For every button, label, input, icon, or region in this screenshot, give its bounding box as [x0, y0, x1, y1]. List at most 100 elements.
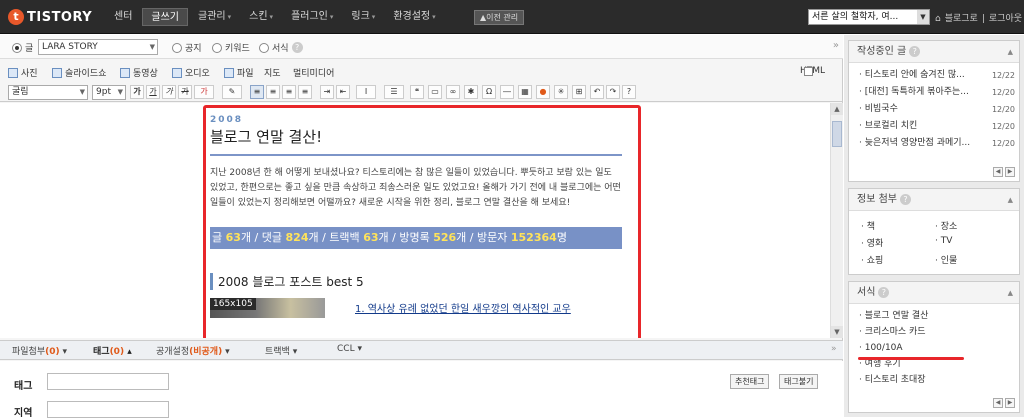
insert-map[interactable]: 지도 — [264, 66, 281, 79]
font-family-select[interactable]: 굴림 ▼ — [8, 85, 88, 100]
menu-settings[interactable]: 환경설정 ▾ — [385, 8, 443, 26]
link-icon[interactable]: ∞ — [446, 85, 460, 99]
template-item[interactable]: · 티스토리 초대장 — [849, 372, 1019, 388]
insert-slideshow[interactable]: 슬라이드쇼 — [52, 66, 106, 79]
prev-page-icon[interactable]: ◀ — [993, 167, 1003, 177]
spell-icon[interactable]: ✳ — [554, 85, 568, 99]
help-icon[interactable]: ? — [878, 287, 890, 298]
highlight-icon[interactable]: ✎ — [222, 85, 242, 99]
load-tags-button[interactable]: 태그불기 — [779, 374, 819, 389]
table-icon[interactable]: ▦ — [518, 85, 532, 99]
grid-icon[interactable]: ⊞ — [572, 85, 586, 99]
html-checkbox[interactable]: HTML — [800, 66, 825, 76]
align-center-icon[interactable]: ≡ — [266, 85, 280, 99]
info-shopping[interactable]: · 쇼핑 — [861, 253, 883, 266]
radio-post[interactable]: 글 — [12, 41, 33, 54]
next-page-icon[interactable]: ▶ — [1005, 167, 1015, 177]
draft-item[interactable]: · 늦은저녁 영양만점 과메기... 12/20 — [849, 135, 1019, 152]
insert-video[interactable]: 동영상 — [120, 66, 158, 79]
prev-page-icon[interactable]: ◀ — [993, 398, 1003, 408]
info-book[interactable]: · 책 — [861, 219, 875, 232]
category-select[interactable]: LARA STORY ▼ — [38, 39, 158, 55]
tab-tags[interactable]: 태그(0) ▴ — [93, 344, 132, 357]
menu-plugin[interactable]: 플러그인 ▾ — [283, 8, 341, 26]
collapse-icon[interactable]: ▲ — [1008, 189, 1013, 211]
blog-select[interactable]: 서른 살의 철학자, 여... — [808, 9, 930, 25]
templates-heading[interactable]: 서식? ▲ — [849, 282, 1019, 304]
italic-button[interactable]: 가 — [162, 85, 176, 99]
help-icon[interactable]: ? — [291, 42, 303, 53]
emoticon-icon[interactable]: ✱ — [464, 85, 478, 99]
editor-content[interactable]: 2008 블로그 연말 결산! 지난 2008년 한 해 어떻게 보내셨나요? … — [0, 103, 843, 338]
radio-template[interactable]: 서식? — [259, 41, 303, 54]
undo-icon[interactable]: ↶ — [590, 85, 604, 99]
underline-button[interactable]: 가 — [146, 85, 160, 99]
blog-link[interactable]: 블로그로 — [945, 14, 978, 24]
tab-trackback[interactable]: 트랙백 ▾ — [265, 344, 297, 357]
menu-write[interactable]: 글쓰기 — [142, 8, 189, 26]
divider-icon[interactable]: ― — [500, 85, 514, 99]
draft-item[interactable]: · 티스토리 안에 숨겨진 많... 12/22 — [849, 67, 1019, 84]
collapse-icon[interactable]: ▲ — [1008, 41, 1013, 63]
draft-item[interactable]: · [대전] 독특하게 볶아주는... 12/20 — [849, 84, 1019, 101]
tag-input[interactable] — [47, 373, 169, 390]
menu-skin[interactable]: 스킨 ▾ — [241, 8, 281, 26]
draft-item[interactable]: · 비빔국수 12/20 — [849, 101, 1019, 118]
sticker-icon[interactable]: ● — [536, 85, 550, 99]
redo-icon[interactable]: ↷ — [606, 85, 620, 99]
scroll-thumb[interactable] — [832, 121, 842, 147]
template-item[interactable]: · 100/10A — [849, 340, 1019, 356]
menu-post-manage[interactable]: 글관리 ▾ — [190, 8, 239, 26]
prev-admin-button[interactable]: ▲이전 관리 — [474, 10, 525, 25]
line-height-icon[interactable]: I — [356, 85, 376, 99]
align-justify-icon[interactable]: ≡ — [298, 85, 312, 99]
insert-file[interactable]: 파일 — [224, 66, 254, 79]
info-attach-heading[interactable]: 정보 첨부? ▲ — [849, 189, 1019, 211]
drafts-heading[interactable]: 작성중인 글? ▲ — [849, 41, 1019, 63]
menu-center[interactable]: 센터 — [106, 8, 140, 26]
quote-icon[interactable]: ❝ — [410, 85, 424, 99]
template-item[interactable]: · 크리스마스 카드 — [849, 324, 1019, 340]
bold-button[interactable]: 가 — [130, 85, 144, 99]
logout-link[interactable]: 로그아웃 — [989, 14, 1022, 24]
location-input[interactable] — [47, 401, 169, 418]
tab-file-attach[interactable]: 파일첨부(0) ▾ — [12, 344, 67, 357]
scroll-down-icon[interactable]: ▼ — [831, 326, 843, 338]
strike-button[interactable]: 가 — [178, 85, 192, 99]
recommend-tags-button[interactable]: 추천태그 — [730, 374, 770, 389]
tistory-logo[interactable]: t TISTORY — [8, 8, 92, 26]
box-icon[interactable]: ▭ — [428, 85, 442, 99]
special-char-icon[interactable]: Ω — [482, 85, 496, 99]
align-left-icon[interactable]: ≡ — [250, 85, 264, 99]
info-movie[interactable]: · 영화 — [861, 236, 883, 249]
insert-multimedia[interactable]: 멀티미디어 — [293, 66, 334, 79]
indent-icon[interactable]: ⇥ — [320, 85, 334, 99]
radio-notice[interactable]: 공지 — [172, 41, 202, 54]
radio-keyword[interactable]: 키워드 — [212, 41, 250, 54]
tab-ccl[interactable]: CCL ▾ — [337, 344, 362, 354]
info-person[interactable]: · 인물 — [935, 253, 957, 266]
template-item[interactable]: · 블로그 연말 결산 — [849, 308, 1019, 324]
collapse-panel-icon[interactable]: » — [831, 344, 837, 354]
align-right-icon[interactable]: ≡ — [282, 85, 296, 99]
insert-photo[interactable]: 사진 — [8, 66, 38, 79]
tab-visibility[interactable]: 공개설정(비공개) ▾ — [156, 344, 230, 357]
text-color-button[interactable]: 가 — [194, 85, 214, 99]
menu-link[interactable]: 링크 ▾ — [343, 8, 383, 26]
list-icon[interactable]: ☰ — [384, 85, 404, 99]
font-size-select[interactable]: 9pt ▼ — [92, 85, 126, 100]
outdent-icon[interactable]: ⇤ — [336, 85, 350, 99]
info-place[interactable]: · 장소 — [935, 219, 957, 232]
help-icon[interactable]: ? — [899, 194, 911, 205]
collapse-sidebar-icon[interactable]: » — [833, 40, 839, 51]
editor-scrollbar[interactable]: ▲ ▼ — [830, 103, 843, 338]
scroll-up-icon[interactable]: ▲ — [831, 103, 843, 115]
draft-item[interactable]: · 브로컬리 치킨 12/20 — [849, 118, 1019, 135]
help-icon[interactable]: ? — [622, 85, 636, 99]
best-post-link[interactable]: 1. 역사상 유례 없었던 한일 새우깡의 역사적인 교우 — [355, 300, 571, 315]
help-icon[interactable]: ? — [909, 46, 921, 57]
next-page-icon[interactable]: ▶ — [1005, 398, 1015, 408]
insert-audio[interactable]: 오디오 — [172, 66, 210, 79]
info-tv[interactable]: · TV — [935, 236, 952, 246]
chevron-down-icon[interactable]: ▼ — [917, 10, 929, 24]
